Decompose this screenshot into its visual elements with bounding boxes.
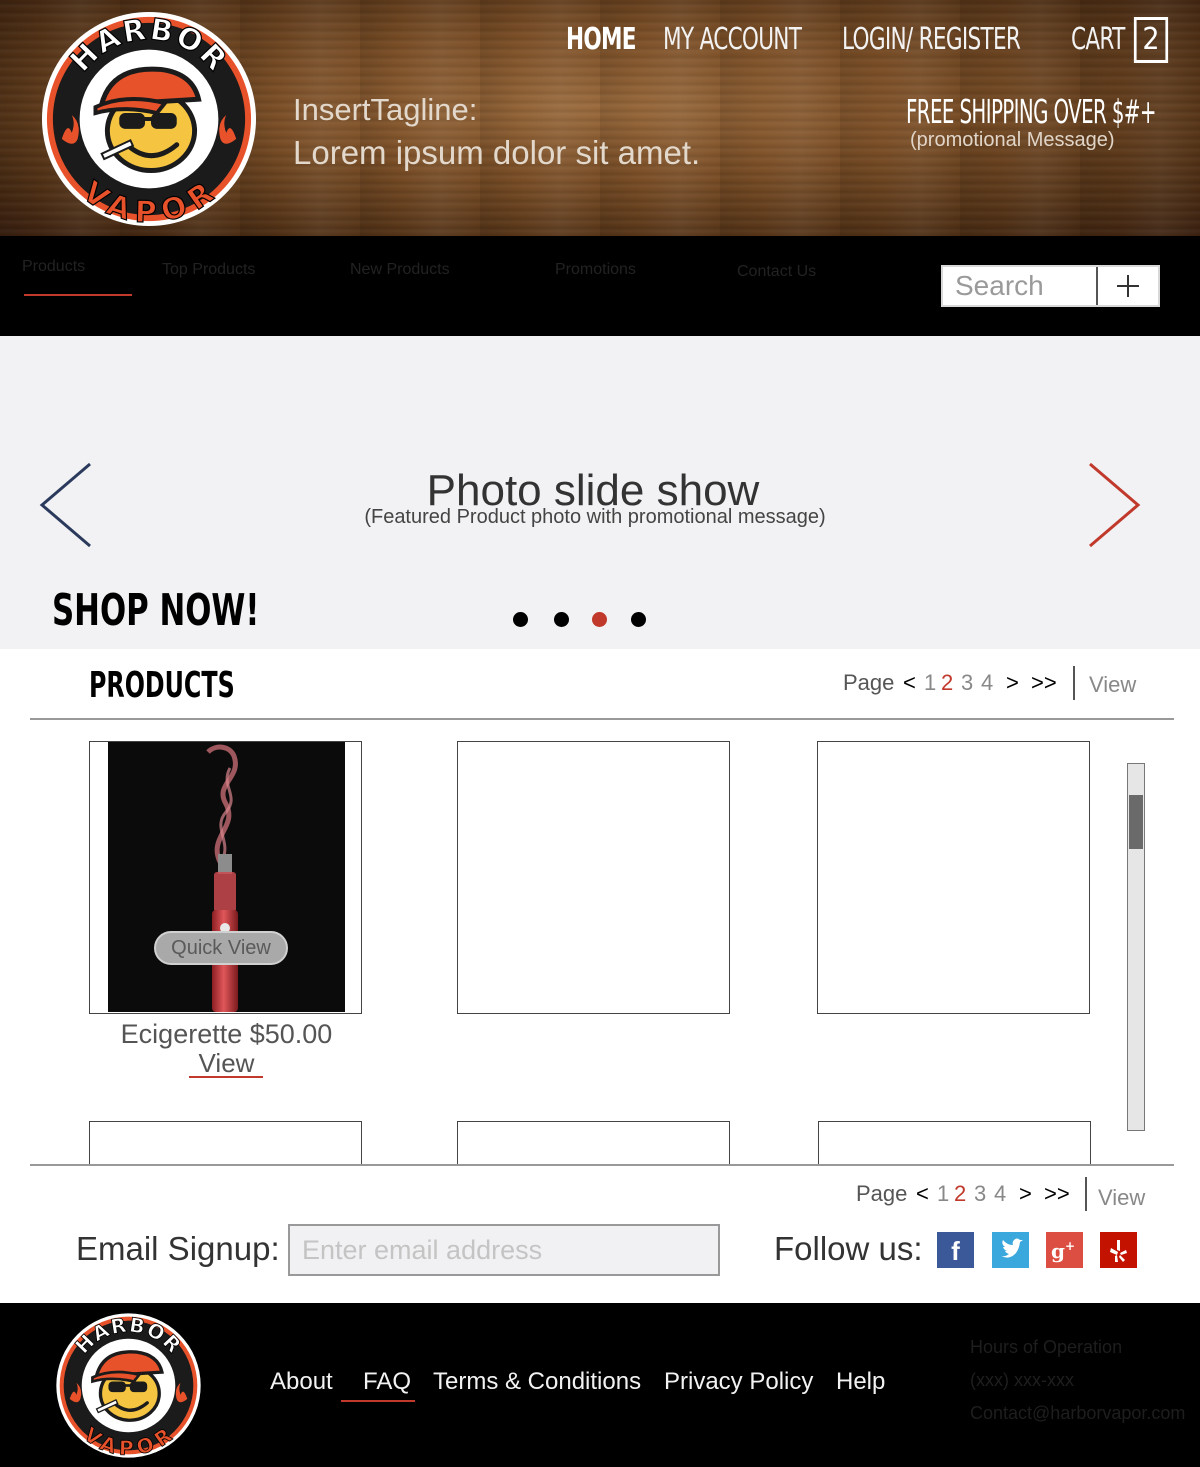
product-card-3[interactable] <box>817 741 1090 1014</box>
promotional-message: (promotional Message) <box>910 129 1115 151</box>
product-card-6[interactable] <box>818 1121 1091 1166</box>
nav-login-register[interactable]: LOGIN/ REGISTER <box>842 22 1021 57</box>
view-toggle[interactable]: View <box>1098 1185 1145 1211</box>
plus-icon <box>1117 275 1139 297</box>
view-toggle[interactable]: View <box>1089 672 1136 698</box>
nav-my-account[interactable]: MY ACCOUNT <box>663 22 802 57</box>
pager-divider <box>1073 666 1075 700</box>
hours-of-operation: Hours of Operation <box>970 1337 1123 1357</box>
faq-underline <box>341 1400 415 1402</box>
slide-dot-2[interactable] <box>554 612 569 627</box>
page-2[interactable]: 2 <box>954 1181 966 1207</box>
nav-cart[interactable]: CART <box>1071 22 1125 57</box>
footer-link-faq[interactable]: FAQ <box>363 1368 411 1396</box>
twitter-icon[interactable] <box>992 1232 1029 1268</box>
follow-us-label: Follow us: <box>774 1230 923 1267</box>
footer-link-terms[interactable]: Terms & Conditions <box>433 1368 641 1396</box>
tagline-text: Lorem ipsum dolor sit amet. <box>293 134 701 171</box>
page-3[interactable]: 3 <box>974 1181 986 1207</box>
slide-dot-1[interactable] <box>513 612 528 627</box>
product-card-4[interactable] <box>89 1121 362 1166</box>
footer-logo[interactable]: HARBOR VAPOR <box>55 1312 202 1459</box>
google-plus-icon[interactable]: g+ <box>1046 1232 1083 1268</box>
harbor-vapor-logo[interactable]: HARBOR VAPOR <box>40 10 258 228</box>
page-label: Page <box>856 1181 908 1206</box>
facebook-icon[interactable]: f <box>937 1232 974 1268</box>
svg-text:g+: g+ <box>1051 1239 1075 1263</box>
product-view-underline <box>189 1076 263 1078</box>
cart-count-badge[interactable]: 2 <box>1133 17 1169 63</box>
divider-top <box>30 718 1174 720</box>
nav-products[interactable]: Products <box>22 258 85 276</box>
quick-view-button[interactable]: Quick View <box>154 931 288 965</box>
product-name-price: Ecigerette $50.00 <box>120 1019 333 1049</box>
active-nav-underline <box>24 294 132 296</box>
products-heading: PRODUCTS <box>89 665 235 706</box>
scrollbar-thumb[interactable] <box>1129 795 1143 849</box>
search-bar <box>941 265 1160 307</box>
shop-now-button[interactable]: SHOP NOW! <box>52 585 259 636</box>
page-prev[interactable]: < <box>903 670 916 696</box>
page-label: Page <box>843 670 895 695</box>
footer-link-privacy[interactable]: Privacy Policy <box>664 1368 813 1396</box>
tagline-heading: InsertTagline: <box>293 92 478 127</box>
page-last[interactable]: >> <box>1031 670 1057 696</box>
product-view-link[interactable]: View <box>190 1048 263 1079</box>
product-image <box>108 742 345 1012</box>
email-signup-label: Email Signup: <box>76 1230 280 1267</box>
slide-dot-3[interactable] <box>592 612 607 627</box>
slide-dot-4[interactable] <box>631 612 646 627</box>
page-4[interactable]: 4 <box>994 1181 1006 1207</box>
page-2[interactable]: 2 <box>941 670 953 696</box>
footer-link-help[interactable]: Help <box>836 1368 885 1396</box>
svg-text:f: f <box>951 1236 960 1266</box>
nav-top-products[interactable]: Top Products <box>162 261 255 279</box>
page-next[interactable]: > <box>1019 1181 1032 1207</box>
slide-next-arrow-icon[interactable] <box>1086 462 1142 548</box>
search-input[interactable] <box>943 267 1098 305</box>
email-signup-input[interactable] <box>288 1224 720 1276</box>
product-card-1[interactable] <box>89 741 362 1014</box>
nav-home[interactable]: HOME <box>566 22 637 57</box>
slide-subtitle: (Featured Product photo with promotional… <box>364 506 826 528</box>
search-submit-button[interactable] <box>1098 267 1158 305</box>
yelp-icon[interactable] <box>1100 1232 1137 1268</box>
pager-divider <box>1085 1177 1087 1211</box>
nav-new-products[interactable]: New Products <box>350 261 450 279</box>
page-next[interactable]: > <box>1006 670 1019 696</box>
page-3[interactable]: 3 <box>961 670 973 696</box>
nav-promotions[interactable]: Promotions <box>555 261 636 279</box>
contact-email[interactable]: Contact@harborvapor.com <box>970 1403 1185 1424</box>
page-1[interactable]: 1 <box>924 670 936 696</box>
slide-prev-arrow-icon[interactable] <box>38 462 94 548</box>
footer-link-about[interactable]: About <box>270 1368 333 1396</box>
product-card-2[interactable] <box>457 741 730 1014</box>
page-4[interactable]: 4 <box>981 670 993 696</box>
page-1[interactable]: 1 <box>937 1181 949 1207</box>
free-shipping-banner: FREE SHIPPING OVER $#+ <box>906 92 1156 131</box>
page-last[interactable]: >> <box>1044 1181 1070 1207</box>
nav-contact-us[interactable]: Contact Us <box>737 263 816 281</box>
divider-bottom <box>30 1164 1174 1166</box>
product-card-5[interactable] <box>457 1121 730 1166</box>
page-prev[interactable]: < <box>916 1181 929 1207</box>
contact-phone: (xxx) xxx-xxx <box>970 1370 1074 1390</box>
